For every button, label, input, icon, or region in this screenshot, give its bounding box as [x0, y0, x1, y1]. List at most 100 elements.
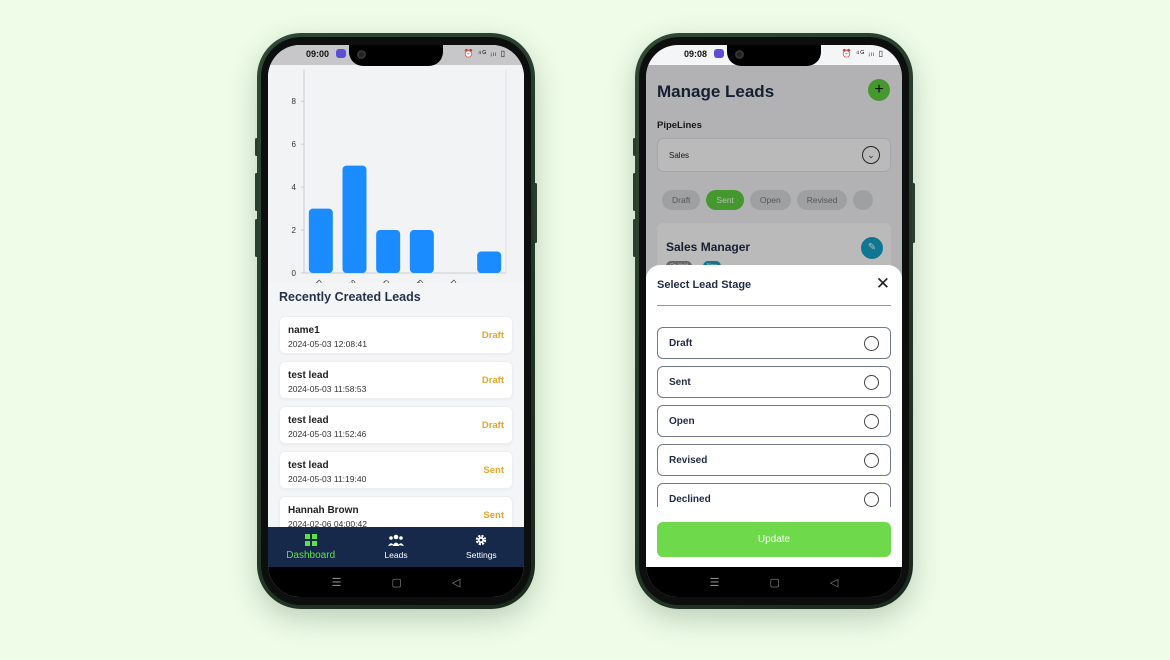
- chart-svg: 0 2 4 6 8 Draft Sent Open Revised Declined: [292, 69, 507, 283]
- status-time: 09:00: [306, 49, 330, 59]
- home-key-icon[interactable]: ▢: [770, 576, 780, 589]
- phone-mute-switch: [255, 138, 258, 156]
- recent-leads-title: Recently Created Leads: [279, 290, 421, 304]
- nav-leads-label: Leads: [384, 550, 408, 560]
- nav-settings[interactable]: Settings: [439, 527, 524, 567]
- lead-name: test lead: [288, 370, 329, 381]
- stage-option-draft[interactable]: Draft: [657, 327, 891, 359]
- stage-option-revised[interactable]: Revised: [657, 444, 891, 476]
- chart-bar: [376, 230, 401, 273]
- phone-volume-down: [255, 219, 258, 257]
- chart-bar: [477, 251, 502, 273]
- stage-options: Draft Sent Open Revised Declined: [657, 327, 891, 507]
- leads-bar-chart: 0 2 4 6 8 Draft Sent Open Revised Declined: [268, 65, 524, 283]
- stage-label: Draft: [669, 338, 693, 349]
- phone-volume-up: [255, 173, 258, 211]
- back-key-icon[interactable]: ◁: [830, 576, 838, 589]
- status-time: 09:08: [684, 49, 708, 59]
- y-tick-label: 2: [292, 226, 297, 235]
- stage-label: Revised: [669, 455, 708, 466]
- chart-bar: [308, 208, 333, 273]
- phone-bezel: 09:00 ⏰ ⁴ᴳ ᵢₗₗ ▯ 0 2 4 6 8 Draft Sent Open Revis…: [261, 37, 531, 605]
- select-stage-sheet: Select Lead Stage ✕ Draft Sent Open Revi…: [646, 265, 902, 567]
- y-tick-label: 8: [292, 97, 297, 106]
- recent-leads-list: name1 2024-05-03 12:08:41 Draft test lea…: [279, 316, 513, 541]
- manage-leads-screen: 09:08 ⏰ ⁴ᴳ ᵢₗₗ ▯ Manage Leads + PipeLine…: [646, 45, 902, 597]
- phone-bezel: 09:08 ⏰ ⁴ᴳ ᵢₗₗ ▯ Manage Leads + PipeLine…: [639, 37, 909, 605]
- stage-label: Sent: [669, 377, 691, 388]
- phone-manage-leads: 09:08 ⏰ ⁴ᴳ ᵢₗₗ ▯ Manage Leads + PipeLine…: [633, 33, 915, 609]
- system-navigation: ☰ ▢ ◁: [268, 567, 524, 597]
- notification-icon: [714, 49, 724, 58]
- menu-key-icon[interactable]: ☰: [710, 576, 720, 589]
- gear-icon: [475, 534, 487, 548]
- users-icon: [387, 534, 404, 548]
- lead-date: 2024-05-03 11:58:53: [288, 384, 367, 394]
- lead-card[interactable]: test lead 2024-05-03 11:58:53 Draft: [279, 361, 513, 399]
- stage-label: Open: [669, 416, 695, 427]
- y-tick-label: 4: [292, 183, 297, 192]
- lead-status: Draft: [481, 375, 504, 386]
- phone-power-button: [534, 183, 537, 243]
- home-key-icon[interactable]: ▢: [392, 576, 402, 589]
- nav-dashboard[interactable]: Dashboard: [268, 527, 353, 567]
- lead-card[interactable]: test lead 2024-05-03 11:52:46 Draft: [279, 406, 513, 444]
- divider: [657, 305, 891, 306]
- notification-icon: [336, 49, 346, 58]
- radio-button[interactable]: [864, 453, 879, 468]
- radio-button[interactable]: [864, 414, 879, 429]
- x-tick-label: Open: [381, 278, 401, 283]
- manage-leads-content: Manage Leads + PipeLines Sales ⌄ Draft S…: [646, 65, 902, 597]
- chart-bar: [342, 165, 367, 273]
- lead-name: name1: [288, 325, 320, 336]
- grid-icon: [304, 533, 317, 548]
- lead-card[interactable]: test lead 2024-05-03 11:19:40 Sent: [279, 451, 513, 489]
- phone-mute-switch: [633, 138, 636, 156]
- x-tick-label: Revised: [414, 278, 441, 283]
- phone-dashboard: 09:00 ⏰ ⁴ᴳ ᵢₗₗ ▯ 0 2 4 6 8 Draft Sent Open Revis…: [255, 33, 537, 609]
- phone-volume-down: [633, 219, 636, 257]
- update-button[interactable]: Update: [657, 522, 891, 557]
- back-key-icon[interactable]: ◁: [452, 576, 460, 589]
- chart-bar: [409, 230, 434, 273]
- lead-status: Sent: [483, 465, 504, 476]
- dashboard-screen: 09:00 ⏰ ⁴ᴳ ᵢₗₗ ▯ 0 2 4 6 8 Draft Sent Open Revis…: [268, 45, 524, 597]
- lead-date: 2024-05-03 11:52:46: [288, 429, 367, 439]
- camera-icon: [357, 50, 366, 59]
- x-tick-label: Draft: [313, 278, 332, 283]
- nav-dashboard-label: Dashboard: [286, 549, 336, 561]
- nav-settings-label: Settings: [465, 550, 497, 560]
- close-icon[interactable]: ✕: [876, 274, 890, 294]
- status-icons: ⏰ ⁴ᴳ ᵢₗₗ ▯: [463, 49, 506, 58]
- y-tick-label: 6: [292, 140, 297, 149]
- lead-date: 2024-05-03 11:19:40: [288, 474, 367, 484]
- radio-button[interactable]: [864, 492, 879, 507]
- menu-key-icon[interactable]: ☰: [332, 576, 342, 589]
- sheet-title: Select Lead Stage: [657, 279, 752, 291]
- nav-leads[interactable]: Leads: [353, 527, 438, 567]
- stage-option-open[interactable]: Open: [657, 405, 891, 437]
- x-tick-label: Sent: [347, 278, 366, 283]
- lead-status: Sent: [483, 510, 504, 521]
- bottom-nav: Dashboard Leads Settings: [268, 527, 524, 567]
- stage-option-declined[interactable]: Declined: [657, 483, 891, 507]
- lead-card[interactable]: name1 2024-05-03 12:08:41 Draft: [279, 316, 513, 354]
- notch: [727, 45, 821, 66]
- radio-button[interactable]: [864, 375, 879, 390]
- y-tick-label: 0: [292, 269, 297, 278]
- lead-name: test lead: [288, 415, 329, 426]
- stage-label: Declined: [669, 494, 711, 505]
- phone-volume-up: [633, 173, 636, 211]
- stage-option-sent[interactable]: Sent: [657, 366, 891, 398]
- camera-icon: [735, 50, 744, 59]
- lead-name: Hannah Brown: [288, 505, 359, 516]
- status-icons: ⏰ ⁴ᴳ ᵢₗₗ ▯: [841, 49, 884, 58]
- system-navigation: ☰ ▢ ◁: [646, 567, 902, 597]
- phone-power-button: [912, 183, 915, 243]
- lead-status: Draft: [481, 330, 504, 341]
- x-tick-label: Declined: [448, 278, 476, 283]
- lead-name: test lead: [288, 460, 329, 471]
- radio-button[interactable]: [864, 336, 879, 351]
- lead-date: 2024-05-03 12:08:41: [288, 339, 367, 349]
- notch: [349, 45, 443, 66]
